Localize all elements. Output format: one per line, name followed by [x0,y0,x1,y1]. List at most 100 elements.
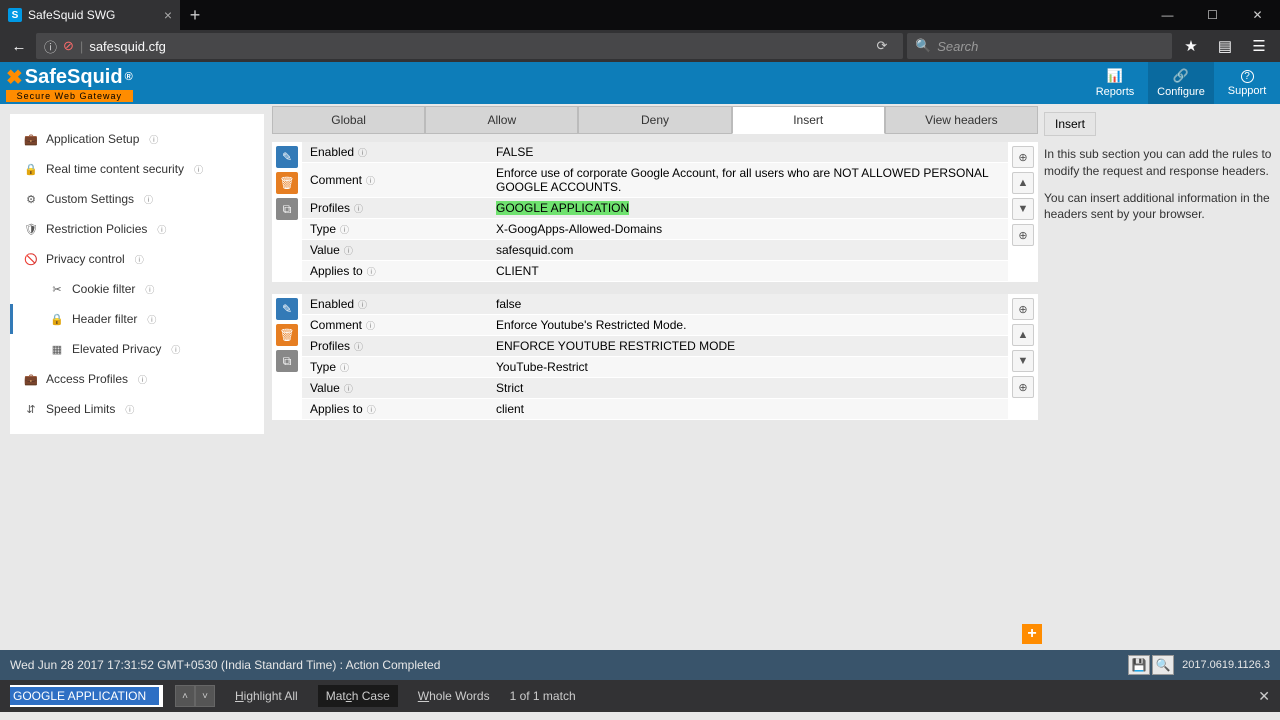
lock-icon: 🔒 [50,313,64,326]
delete-button[interactable]: 🗑 [276,172,298,194]
configure-icon: 🔗 [1173,68,1189,84]
find-value: GOOGLE APPLICATION [10,687,159,705]
new-tab-button[interactable]: + [180,5,210,26]
match-case-toggle[interactable]: Match Case [318,685,398,707]
bookmark-icon[interactable]: ★ [1176,33,1206,59]
info-icon[interactable]: ⓘ [344,382,353,395]
info-icon[interactable]: ⓘ [366,174,375,187]
info-icon: ⓘ [135,253,144,266]
nav-support[interactable]: ? Support [1214,62,1280,104]
favicon-icon: S [8,8,22,22]
close-window-button[interactable]: ✕ [1235,0,1280,30]
tab-global[interactable]: Global [272,106,425,134]
sidebar-sub-header[interactable]: 🔒Header filterⓘ [10,304,264,334]
search-icon: 🔍 [915,38,931,54]
row-value: ENFORCE YOUTUBE RESTRICTED MODE [488,336,1008,356]
delete-button[interactable]: 🗑 [276,324,298,346]
info-icon[interactable]: ⓘ [340,361,349,374]
logo: ✖ SafeSquid ® Secure Web Gateway [6,65,133,102]
clone-button[interactable]: ⧉ [276,198,298,220]
row-label: Valueⓘ [302,378,488,398]
sidebar-item-restriction[interactable]: 🛡Restriction Policiesⓘ [10,214,264,244]
sidebar-sub-cookie[interactable]: ✂Cookie filterⓘ [10,274,264,304]
browser-tab[interactable]: S SafeSquid SWG × [0,0,180,30]
back-button[interactable]: ← [6,33,32,59]
clone-button[interactable]: ⧉ [276,350,298,372]
shield-icon: 🛡 [24,223,38,236]
edit-button[interactable]: ✎ [276,298,298,320]
app-header: ✖ SafeSquid ® Secure Web Gateway 📊 Repor… [0,62,1280,104]
row-value: Enforce Youtube's Restricted Mode. [488,315,1008,335]
sidebar: 💼Application Setupⓘ 🔒Real time content s… [10,114,264,434]
row-label: Profilesⓘ [302,198,488,218]
find-prev-button[interactable]: ˄ [175,685,195,707]
tab-view-headers[interactable]: View headers [885,106,1038,134]
info-icon[interactable]: ⓘ [340,223,349,236]
maximize-button[interactable]: ☐ [1190,0,1235,30]
edit-button[interactable]: ✎ [276,146,298,168]
info-icon[interactable]: ⓘ [358,298,367,311]
entry-row: CommentⓘEnforce Youtube's Restricted Mod… [302,315,1008,336]
row-label: Applies toⓘ [302,261,488,281]
move-down-button[interactable]: ▼ [1012,198,1034,220]
sidebar-item-realtime[interactable]: 🔒Real time content securityⓘ [10,154,264,184]
move-down-button[interactable]: ▼ [1012,350,1034,372]
rule-entry: ✎ 🗑 ⧉ EnabledⓘfalseCommentⓘEnforce Youtube'… [272,294,1038,420]
tab-deny[interactable]: Deny [578,106,731,134]
move-top-button[interactable]: ⊕ [1012,146,1034,168]
reload-icon[interactable]: ⟳ [869,38,895,54]
help-title: Insert [1044,112,1096,136]
library-icon[interactable]: ▤ [1210,33,1240,59]
entry-row: Enabledⓘfalse [302,294,1008,315]
find-next-button[interactable]: ˅ [195,685,215,707]
info-icon: ⓘ [138,373,147,386]
info-icon[interactable]: ⓘ [44,37,57,56]
url-bar[interactable]: ⓘ ⊘ | safesquid.cfg ⟳ [36,33,903,59]
search-placeholder: Search [937,39,978,54]
minimize-button[interactable]: — [1145,0,1190,30]
highlight-all-toggle[interactable]: Highlight All [227,685,306,707]
menu-icon[interactable]: ☰ [1244,33,1274,59]
move-bottom-button[interactable]: ⊕ [1012,376,1034,398]
move-bottom-button[interactable]: ⊕ [1012,224,1034,246]
entry-row: CommentⓘEnforce use of corporate Google … [302,163,1008,198]
info-icon[interactable]: ⓘ [344,244,353,257]
move-up-button[interactable]: ▲ [1012,324,1034,346]
lock-icon: 🔒 [24,163,38,176]
sidebar-sub-elevated[interactable]: ▦Elevated Privacyⓘ [10,334,264,364]
info-icon[interactable]: ⓘ [354,340,363,353]
tab-allow[interactable]: Allow [425,106,578,134]
sidebar-item-app-setup[interactable]: 💼Application Setupⓘ [10,124,264,154]
add-button[interactable]: + [1022,624,1042,644]
row-label: Commentⓘ [302,163,488,197]
find-input[interactable]: GOOGLE APPLICATION [10,685,163,707]
tab-insert[interactable]: Insert [732,106,885,134]
entry-row: Applies toⓘCLIENT [302,261,1008,282]
close-findbar-icon[interactable]: ✕ [1258,688,1270,705]
move-up-button[interactable]: ▲ [1012,172,1034,194]
nav-configure[interactable]: 🔗 Configure [1148,62,1214,104]
close-tab-icon[interactable]: × [164,7,172,23]
entry-row: ValueⓘStrict [302,378,1008,399]
search-icon[interactable]: 🔍 [1152,655,1174,675]
search-bar[interactable]: 🔍 Search [907,33,1172,59]
status-bar: Wed Jun 28 2017 17:31:52 GMT+0530 (India… [0,650,1280,680]
info-icon[interactable]: ⓘ [366,319,375,332]
info-icon[interactable]: ⓘ [354,202,363,215]
info-icon[interactable]: ⓘ [358,146,367,159]
info-icon[interactable]: ⓘ [367,403,376,416]
save-icon[interactable]: 💾 [1128,655,1150,675]
info-icon: ⓘ [125,403,134,416]
sidebar-item-custom[interactable]: ⚙Custom Settingsⓘ [10,184,264,214]
info-icon[interactable]: ⓘ [367,265,376,278]
info-icon: ⓘ [157,223,166,236]
nav-reports[interactable]: 📊 Reports [1082,62,1148,104]
sidebar-item-privacy[interactable]: 🚫Privacy controlⓘ [10,244,264,274]
sidebar-item-speed[interactable]: ⇵Speed Limitsⓘ [10,394,264,424]
row-value: GOOGLE APPLICATION [488,198,1008,218]
move-top-button[interactable]: ⊕ [1012,298,1034,320]
row-value: X-GoogApps-Allowed-Domains [488,219,1008,239]
sidebar-item-access[interactable]: 💼Access Profilesⓘ [10,364,264,394]
whole-words-toggle[interactable]: Whole Words [410,685,498,707]
row-label: Enabledⓘ [302,142,488,162]
